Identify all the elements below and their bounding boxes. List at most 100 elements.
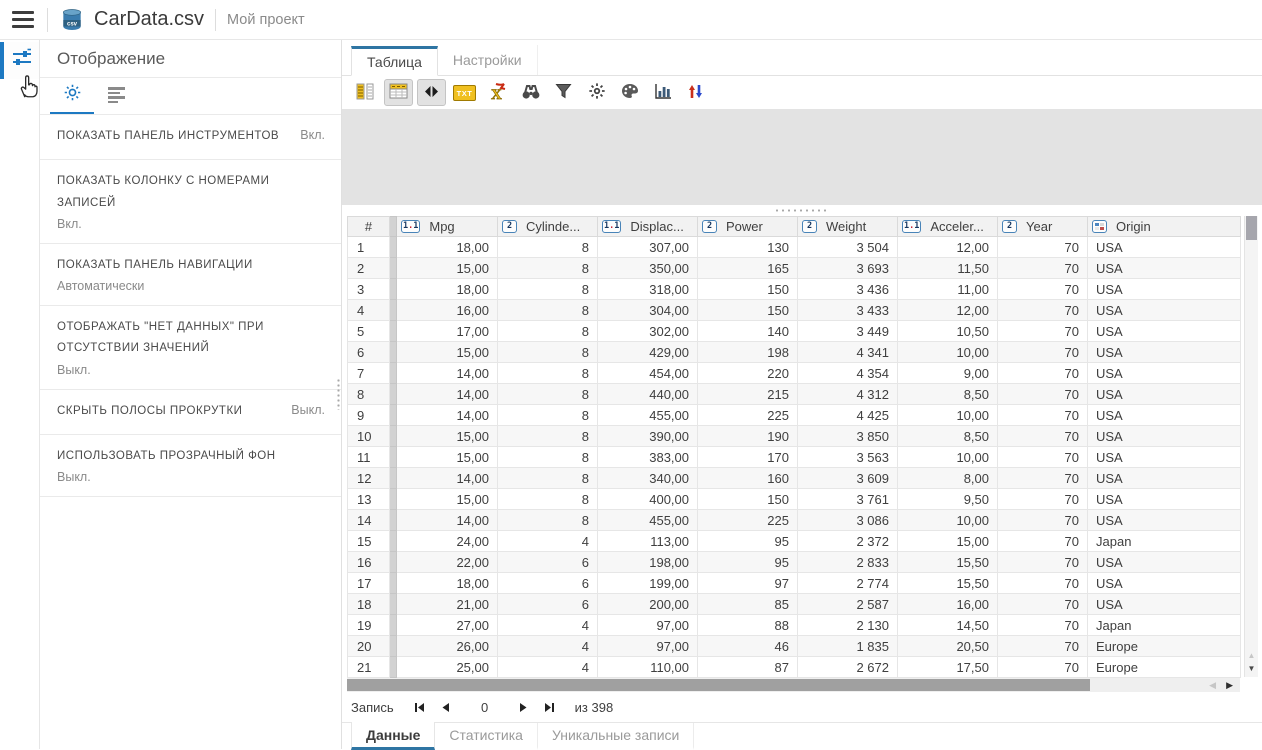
scroll-left-icon[interactable]: ◀ bbox=[1209, 678, 1216, 692]
cell[interactable]: 15,00 bbox=[397, 447, 498, 468]
cell[interactable]: USA bbox=[1088, 363, 1241, 384]
cell[interactable]: USA bbox=[1088, 594, 1241, 615]
cell[interactable]: USA bbox=[1088, 279, 1241, 300]
cell[interactable]: 4 bbox=[498, 636, 598, 657]
row-number-cell[interactable]: 7 bbox=[348, 363, 390, 384]
tab-table[interactable]: Таблица bbox=[351, 46, 438, 76]
cell[interactable]: 22,00 bbox=[397, 552, 498, 573]
cell[interactable]: 307,00 bbox=[598, 237, 698, 258]
sidebar-resize-grip[interactable] bbox=[337, 378, 340, 410]
cell[interactable]: 70 bbox=[998, 279, 1088, 300]
cell[interactable]: 11,00 bbox=[898, 279, 998, 300]
cell[interactable]: 20,50 bbox=[898, 636, 998, 657]
setting-item[interactable]: ПОКАЗАТЬ ПАНЕЛЬ ИНСТРУМЕНТОВВкл. bbox=[40, 115, 341, 160]
fit-columns-button[interactable] bbox=[417, 79, 446, 106]
cell[interactable]: 4 341 bbox=[798, 342, 898, 363]
row-number-cell[interactable]: 19 bbox=[348, 615, 390, 636]
row-number-cell[interactable]: 16 bbox=[348, 552, 390, 573]
cell[interactable]: 6 bbox=[498, 594, 598, 615]
cell[interactable]: 18,00 bbox=[397, 573, 498, 594]
cell[interactable]: 454,00 bbox=[598, 363, 698, 384]
sidebar-tab-list[interactable] bbox=[94, 78, 138, 114]
cell[interactable]: 113,00 bbox=[598, 531, 698, 552]
previous-record-button[interactable] bbox=[433, 697, 459, 717]
cell[interactable]: 150 bbox=[698, 489, 798, 510]
cell[interactable]: 70 bbox=[998, 237, 1088, 258]
sidebar-tab-settings-gear[interactable] bbox=[50, 78, 94, 114]
cell[interactable]: 3 436 bbox=[798, 279, 898, 300]
cell[interactable]: 8 bbox=[498, 363, 598, 384]
cell[interactable]: 14,00 bbox=[397, 468, 498, 489]
cell[interactable]: Europe bbox=[1088, 636, 1241, 657]
cell[interactable]: 14,00 bbox=[397, 510, 498, 531]
cell[interactable]: 25,00 bbox=[397, 657, 498, 678]
cell[interactable]: 18,00 bbox=[397, 237, 498, 258]
cell[interactable]: 88 bbox=[698, 615, 798, 636]
row-number-cell[interactable]: 17 bbox=[348, 573, 390, 594]
cell[interactable]: 97,00 bbox=[598, 636, 698, 657]
cell[interactable]: 3 504 bbox=[798, 237, 898, 258]
cell[interactable]: USA bbox=[1088, 258, 1241, 279]
cell[interactable]: 215 bbox=[698, 384, 798, 405]
row-number-cell[interactable]: 6 bbox=[348, 342, 390, 363]
cell[interactable]: 3 850 bbox=[798, 426, 898, 447]
setting-item[interactable]: ПОКАЗАТЬ КОЛОНКУ С НОМЕРАМИ ЗАПИСЕЙВкл. bbox=[40, 160, 341, 244]
setting-item[interactable]: ОТОБРАЖАТЬ "НЕТ ДАННЫХ" ПРИ ОТСУТСТВИИ З… bbox=[40, 306, 341, 390]
row-number-cell[interactable]: 20 bbox=[348, 636, 390, 657]
column-header-mpg[interactable]: 1.1Mpg bbox=[397, 217, 498, 237]
cell[interactable]: 70 bbox=[998, 531, 1088, 552]
row-number-cell[interactable]: 5 bbox=[348, 321, 390, 342]
cell[interactable]: USA bbox=[1088, 510, 1241, 531]
cell[interactable]: 70 bbox=[998, 510, 1088, 531]
bottom-tab-unique-records[interactable]: Уникальные записи bbox=[538, 723, 694, 750]
cell[interactable]: 70 bbox=[998, 384, 1088, 405]
cell[interactable]: 70 bbox=[998, 405, 1088, 426]
cell[interactable]: Japan bbox=[1088, 531, 1241, 552]
cell[interactable]: USA bbox=[1088, 573, 1241, 594]
last-record-button[interactable] bbox=[537, 697, 563, 717]
cell[interactable]: 8 bbox=[498, 258, 598, 279]
cell[interactable]: 8,50 bbox=[898, 384, 998, 405]
cell[interactable]: 400,00 bbox=[598, 489, 698, 510]
cell[interactable]: 455,00 bbox=[598, 510, 698, 531]
tab-settings[interactable]: Настройки bbox=[438, 45, 538, 75]
cell[interactable]: 140 bbox=[698, 321, 798, 342]
cell[interactable]: 170 bbox=[698, 447, 798, 468]
cell[interactable]: 429,00 bbox=[598, 342, 698, 363]
breadcrumb-project[interactable]: Мой проект bbox=[227, 12, 305, 28]
cell[interactable]: 200,00 bbox=[598, 594, 698, 615]
row-number-cell[interactable]: 21 bbox=[348, 657, 390, 678]
first-record-button[interactable] bbox=[407, 697, 433, 717]
cell[interactable]: USA bbox=[1088, 237, 1241, 258]
cell[interactable]: 304,00 bbox=[598, 300, 698, 321]
cell[interactable]: 8 bbox=[498, 468, 598, 489]
cell[interactable]: 24,00 bbox=[397, 531, 498, 552]
cell[interactable]: 6 bbox=[498, 552, 598, 573]
row-number-cell[interactable]: 14 bbox=[348, 510, 390, 531]
cell[interactable]: 15,00 bbox=[898, 531, 998, 552]
cell[interactable]: 390,00 bbox=[598, 426, 698, 447]
column-header-power[interactable]: 2Power bbox=[698, 217, 798, 237]
display-settings-rail-button[interactable] bbox=[0, 42, 39, 79]
cell[interactable]: 3 433 bbox=[798, 300, 898, 321]
scroll-down-icon[interactable]: ▼ bbox=[1245, 663, 1258, 675]
export-excel-button[interactable]: X bbox=[483, 79, 512, 106]
cell[interactable]: 8 bbox=[498, 426, 598, 447]
cell[interactable]: 8 bbox=[498, 321, 598, 342]
cell[interactable]: 2 833 bbox=[798, 552, 898, 573]
table-view-button[interactable] bbox=[384, 79, 413, 106]
cell[interactable]: 302,00 bbox=[598, 321, 698, 342]
cell[interactable]: 70 bbox=[998, 321, 1088, 342]
cell[interactable]: 95 bbox=[698, 531, 798, 552]
row-number-cell[interactable]: 1 bbox=[348, 237, 390, 258]
cell[interactable]: USA bbox=[1088, 384, 1241, 405]
cell[interactable]: 21,00 bbox=[397, 594, 498, 615]
horizontal-scrollbar[interactable]: ◀ ▶ bbox=[347, 678, 1240, 692]
scroll-up-icon[interactable]: ▲ bbox=[1245, 650, 1258, 662]
find-button[interactable] bbox=[516, 79, 545, 106]
cell[interactable]: 70 bbox=[998, 489, 1088, 510]
cell[interactable]: 10,00 bbox=[898, 342, 998, 363]
row-number-cell[interactable]: 4 bbox=[348, 300, 390, 321]
cell[interactable]: 70 bbox=[998, 258, 1088, 279]
cell[interactable]: 4 312 bbox=[798, 384, 898, 405]
